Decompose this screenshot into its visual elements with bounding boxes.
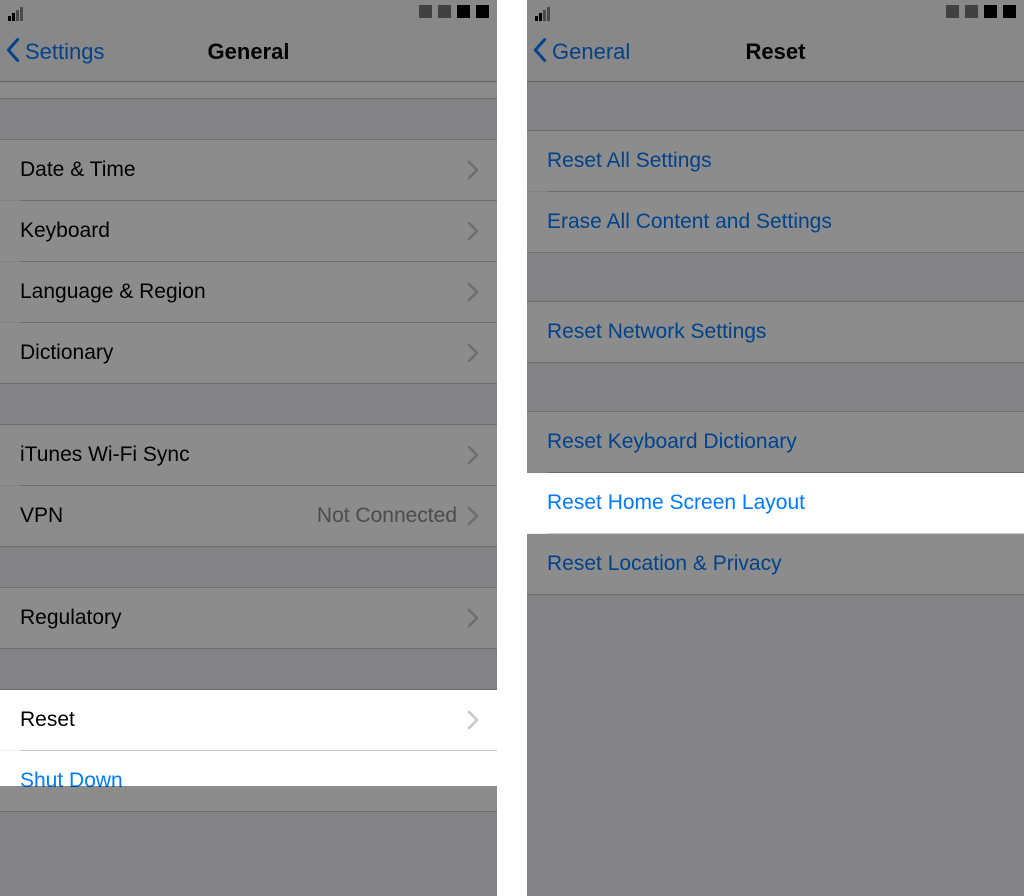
back-label: General [552,39,630,65]
back-button[interactable]: Settings [6,23,105,81]
row-label: Shut Down [20,769,123,793]
row-erase-all-content[interactable]: Erase All Content and Settings [527,192,1024,252]
row-regulatory[interactable]: Regulatory [0,588,497,648]
chevron-right-icon [467,160,479,180]
row-reset-home-screen-layout[interactable]: Reset Home Screen Layout [527,473,1024,533]
row-vpn[interactable]: VPN Not Connected [0,486,497,546]
nav-bar: General Reset [527,23,1024,82]
row-label: Reset Location & Privacy [547,552,782,576]
row-reset[interactable]: Reset [0,690,497,750]
row-reset-network-settings[interactable]: Reset Network Settings [527,302,1024,362]
signal-icon [535,3,551,21]
row-label: Reset Network Settings [547,320,766,344]
status-indicator-icon [984,5,997,18]
chevron-right-icon [467,343,479,363]
chevron-right-icon [467,608,479,628]
row-reset-keyboard-dictionary[interactable]: Reset Keyboard Dictionary [527,412,1024,472]
chevron-left-icon [6,38,23,66]
row-label: Reset Home Screen Layout [547,491,805,515]
signal-icon [8,3,24,21]
chevron-left-icon [533,38,550,66]
row-label: VPN [20,504,63,528]
row-label: iTunes Wi-Fi Sync [20,443,190,467]
back-label: Settings [25,39,105,65]
page-title: Reset [746,39,806,65]
row-language-region[interactable]: Language & Region [0,262,497,322]
row-label: Reset Keyboard Dictionary [547,430,797,454]
screenshot-gap [497,0,527,896]
row-keyboard[interactable]: Keyboard [0,201,497,261]
status-indicator-icon [457,5,470,18]
row-label: Regulatory [20,606,122,630]
battery-icon [1003,5,1016,18]
row-reset-all-settings[interactable]: Reset All Settings [527,131,1024,191]
nav-bar: Settings General [0,23,497,82]
row-reset-location-privacy[interactable]: Reset Location & Privacy [527,534,1024,594]
settings-list: Restrictions Off Date & Time Keyboard La… [0,82,497,892]
chevron-right-icon [467,506,479,526]
battery-icon [476,5,489,18]
row-date-time[interactable]: Date & Time [0,140,497,200]
row-label: Language & Region [20,280,206,304]
status-indicator-icon [419,5,432,18]
left-screenshot: Settings General Restrictions Off Date &… [0,0,497,896]
chevron-right-icon [467,282,479,302]
right-screenshot: General Reset Reset All Settings Erase A… [527,0,1024,896]
row-label: Dictionary [20,341,113,365]
row-shut-down[interactable]: Shut Down [0,751,497,811]
status-bar [0,0,497,23]
row-label: Reset [20,708,75,732]
row-label: Reset All Settings [547,149,712,173]
status-bar [527,0,1024,23]
page-title: General [208,39,290,65]
chevron-right-icon [467,710,479,730]
reset-list: Reset All Settings Erase All Content and… [527,82,1024,895]
row-label: Date & Time [20,158,136,182]
row-restrictions[interactable]: Restrictions Off [0,82,497,98]
row-value: Not Connected [317,504,457,528]
status-indicator-icon [438,5,451,18]
row-itunes-wifi-sync[interactable]: iTunes Wi-Fi Sync [0,425,497,485]
chevron-right-icon [467,221,479,241]
row-dictionary[interactable]: Dictionary [0,323,497,383]
chevron-right-icon [467,445,479,465]
row-label: Erase All Content and Settings [547,210,832,234]
row-label: Keyboard [20,219,110,243]
back-button[interactable]: General [533,23,630,81]
status-indicator-icon [946,5,959,18]
status-indicator-icon [965,5,978,18]
